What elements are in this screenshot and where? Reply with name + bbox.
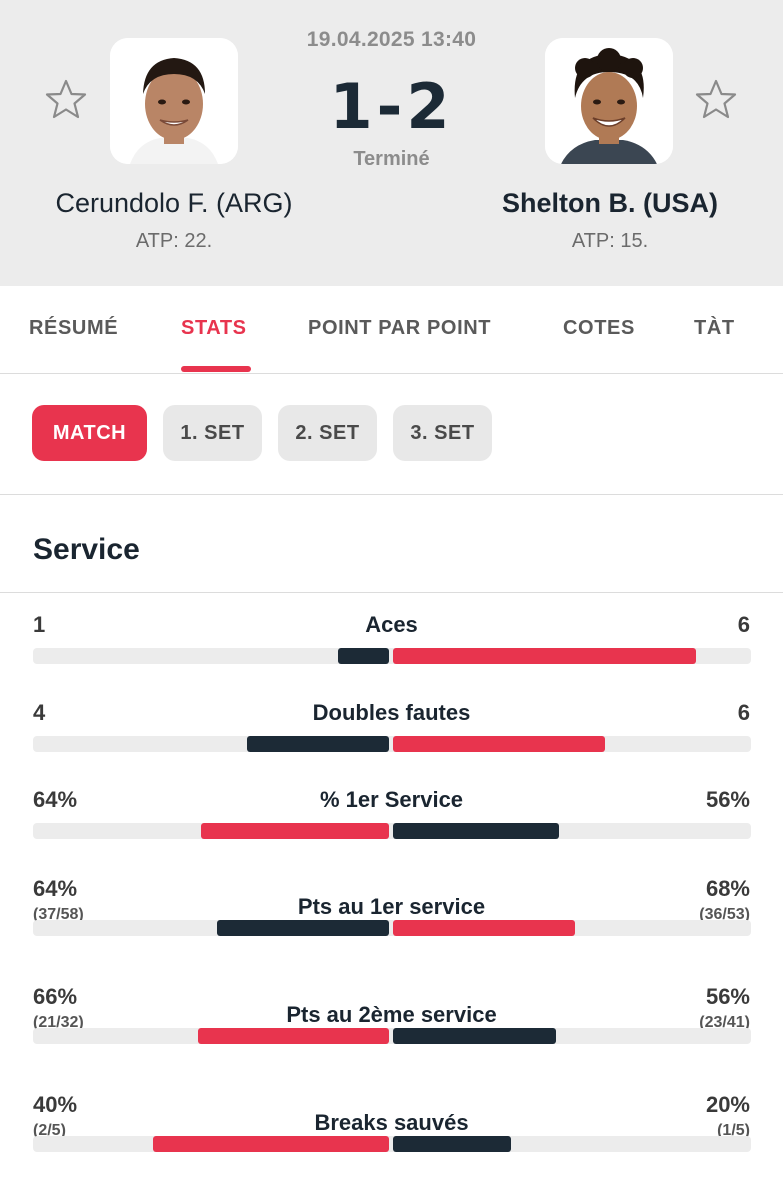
stat-bar-right	[393, 823, 559, 839]
stat-bar-left	[338, 648, 389, 664]
stat-label: % 1er Service	[319, 787, 464, 812]
tab-point-par-point[interactable]: POINT PAR POINT	[308, 317, 491, 340]
filter-set-2-button[interactable]: 2. SET	[278, 405, 377, 461]
player-avatar-right[interactable]	[545, 38, 673, 164]
stat-row: 64% 56%% 1er Service	[0, 787, 783, 869]
stat-bar-track	[33, 648, 751, 664]
stat-bar-left	[247, 736, 389, 752]
favorite-star-icon-right[interactable]	[694, 78, 738, 122]
stat-label: Breaks sauvés	[314, 1110, 469, 1135]
tab-resume[interactable]: RÉSUMÉ	[29, 317, 118, 340]
stat-label: Aces	[365, 612, 418, 637]
stat-label: Pts au 2ème service	[286, 1002, 497, 1027]
player-rank-right: ATP: 15.	[571, 230, 649, 252]
stat-row: 4 6 Doubles fautes	[0, 700, 783, 782]
filter-set-1-button[interactable]: 1. SET	[163, 405, 262, 461]
stat-bar-left	[201, 823, 389, 839]
stat-bar-left	[198, 1028, 389, 1044]
stat-label: Pts au 1er service	[297, 894, 486, 919]
stat-row: 1 6 Aces	[0, 612, 783, 694]
player-rank-left: ATP: 22.	[135, 230, 213, 252]
section-title: Service	[33, 533, 140, 566]
stat-bar-right	[393, 648, 696, 664]
stat-row: 40% 20% (2/5) (1/5) Breaks sauvés	[0, 1092, 783, 1192]
stat-row: 66% 56% (21/32) (23/41) Pts au 2ème service	[0, 984, 783, 1084]
stat-bar-left	[217, 920, 389, 936]
filter-set-3-button[interactable]: 3. SET	[393, 405, 492, 461]
stat-row: 64% 68% (37/58) (36/53) Pts au 1er service	[0, 876, 783, 976]
section-divider	[0, 592, 783, 593]
stat-bar-track	[33, 920, 751, 936]
filter-match-button[interactable]: MATCH	[32, 405, 147, 461]
stat-bar-track	[33, 736, 751, 752]
match-header: 19.04.2025 13:40 1-2 Terminé Cerundolo F…	[0, 0, 783, 286]
player-name-right[interactable]: Shelton B. (USA)	[440, 188, 780, 219]
stat-bar-track	[33, 1028, 751, 1044]
stat-bar-right	[393, 920, 575, 936]
tab-cotes[interactable]: COTES	[563, 317, 635, 340]
stat-bar-left	[153, 1136, 389, 1152]
stat-bar-right	[393, 1028, 556, 1044]
stat-label: Doubles fautes	[312, 700, 471, 725]
stat-bar-right	[393, 1136, 511, 1152]
player-name-left[interactable]: Cerundolo F. (ARG)	[4, 188, 344, 219]
tab-bar: RÉSUMÉ STATS POINT PAR POINT COTES TÀT	[0, 286, 783, 374]
star-outline-icon	[695, 79, 737, 119]
active-tab-indicator	[181, 366, 251, 372]
tab-tat[interactable]: TÀT	[694, 317, 735, 340]
tab-stats[interactable]: STATS	[181, 317, 247, 340]
stat-bar-track	[33, 1136, 751, 1152]
period-filter-bar: MATCH 1. SET 2. SET 3. SET	[0, 375, 783, 495]
stat-bar-right	[393, 736, 605, 752]
stat-bar-track	[33, 823, 751, 839]
